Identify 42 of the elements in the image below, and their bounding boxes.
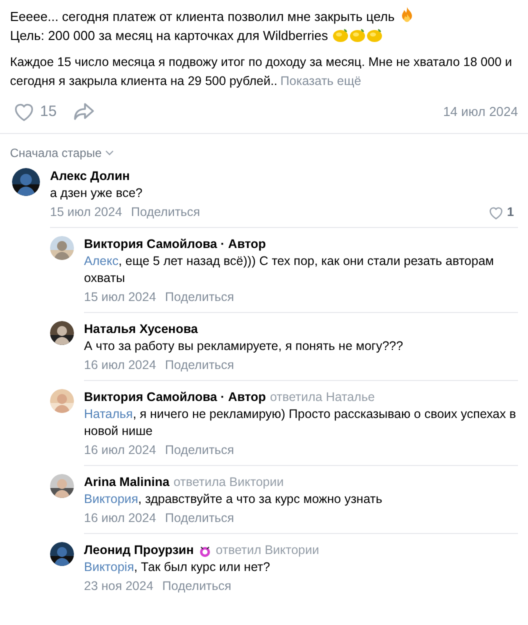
comment-date: 15 июл 2024 — [50, 204, 122, 221]
comment-text: Наталья, я ничего не рекламирую) Просто рассказываю о своих успехах в новой нише — [84, 406, 517, 440]
comment-text: А что за работу вы рекламируете, я понять не могу??? — [84, 338, 404, 355]
author-name[interactable]: Наталья Хусенова — [84, 321, 198, 338]
reply-to-label: ответила Виктории — [173, 474, 284, 491]
comment-date: 16 июл 2024 — [84, 510, 156, 527]
share-icon[interactable] — [72, 102, 95, 122]
comment-text: Виктория, здравствуйте а что за курс можно узнать — [84, 491, 384, 508]
reply-to-label: ответил Виктории — [216, 542, 320, 559]
reply-to-label: ответила Наталье — [270, 389, 375, 406]
post-text-line: Еееее... сегодня платеж от клиента позволил мне закрыть цель — [10, 9, 395, 24]
share-link[interactable]: Поделиться — [131, 204, 200, 221]
author-name[interactable]: Виктория Самойлова · Автор — [84, 236, 266, 253]
post-text-line: Цель: 200 000 за месяц на карточках для Wildberries — [10, 28, 328, 43]
comment-text: Алекс, еще 5 лет назад всё))) С тех пор, как они стали резать авторам охваты — [84, 253, 495, 287]
lemon-icon — [332, 27, 349, 43]
post-date: 14 июл 2024 — [443, 103, 518, 122]
heart-icon[interactable] — [488, 206, 504, 220]
author-name[interactable]: Леонид Проурзин — [84, 542, 194, 559]
post-body-text: Каждое 15 число месяца я подвожу итог по доходу за месяц. Мне не хватало 18 000 и сегодня я закрыла клиента на 29 500 рублей.. Показать ещё — [10, 54, 513, 90]
lemon-icon — [348, 27, 366, 43]
heart-icon[interactable] — [13, 102, 35, 122]
author-name[interactable]: Arina Malinina — [84, 474, 170, 491]
like-count: 1 — [507, 204, 514, 221]
lemon-icon — [366, 27, 383, 43]
comment-date: 15 июл 2024 — [84, 289, 156, 306]
comment-date: 16 июл 2024 — [84, 357, 156, 374]
comment-text: а дзен уже все? — [50, 185, 144, 202]
share-link[interactable]: Поделиться — [162, 578, 232, 595]
author-name[interactable]: Виктория Самойлова · Автор — [84, 389, 266, 406]
share-link[interactable]: Поделиться — [165, 357, 234, 374]
comment-text: Викторія, Так был курс или нет? — [84, 559, 272, 576]
share-link[interactable]: Поделиться — [165, 442, 234, 459]
comment-date: 16 июл 2024 — [84, 442, 156, 459]
comment-date: 23 ноя 2024 — [84, 578, 154, 595]
show-more-link[interactable]: Показать ещё — [280, 74, 362, 88]
share-link[interactable]: Поделиться — [165, 289, 234, 306]
like-count: 15 — [40, 102, 57, 122]
chevron-down-icon — [104, 150, 114, 156]
share-link[interactable]: Поделиться — [165, 510, 234, 527]
author-name[interactable]: Алекс Долин — [50, 168, 130, 185]
sort-dropdown[interactable]: Сначала старые — [10, 144, 114, 162]
